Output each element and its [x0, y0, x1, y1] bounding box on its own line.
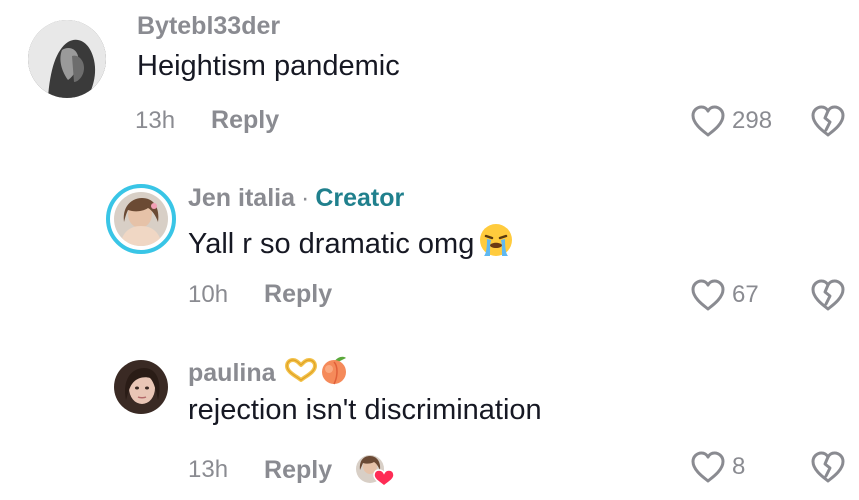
- comment-meta: 13h Reply: [188, 452, 395, 488]
- peach-icon: [318, 354, 350, 393]
- comment-meta: 13h Reply: [135, 106, 279, 135]
- reply-button[interactable]: Reply: [211, 106, 279, 135]
- dislike-button[interactable]: [810, 278, 846, 317]
- comment-username[interactable]: Bytebl33der: [137, 12, 280, 41]
- comment-body: Heightism pandemic: [137, 50, 400, 82]
- comment-text: Yall r so dramatic omg: [188, 222, 514, 266]
- like-count: 298: [732, 107, 773, 134]
- like-count: 67: [732, 281, 759, 308]
- avatar[interactable]: [114, 192, 168, 246]
- comment-username[interactable]: Jen italia · Creator: [188, 184, 404, 213]
- username-text[interactable]: Bytebl33der: [137, 12, 280, 41]
- broken-heart-icon: [811, 279, 845, 311]
- reply-button[interactable]: Reply: [264, 280, 332, 309]
- avatar-photo: [114, 192, 168, 246]
- comment-time: 10h: [188, 280, 229, 308]
- like-button[interactable]: 8: [690, 450, 745, 484]
- broken-heart-icon: [811, 105, 845, 137]
- broken-heart-icon: [811, 451, 845, 483]
- comment-time: 13h: [188, 456, 229, 483]
- comment-username[interactable]: paulina: [188, 354, 350, 393]
- heart-outline-icon: [691, 105, 725, 137]
- like-count: 8: [732, 453, 746, 480]
- comment-body: Yall r so dramatic omg: [188, 227, 475, 260]
- avatar-photo: [114, 360, 168, 414]
- comment-text: rejection isn't discrimination: [188, 394, 542, 427]
- creator-badge: Creator: [315, 184, 405, 212]
- comment-text: Heightism pandemic: [137, 50, 400, 83]
- loudly-crying-face-icon: [478, 222, 514, 266]
- comment-item: Jen italia · Creator Yall r so dramatic …: [0, 170, 859, 330]
- like-button[interactable]: 298: [690, 104, 772, 138]
- username-separator: ·: [301, 184, 310, 212]
- username-text[interactable]: paulina: [188, 359, 276, 388]
- heart-hands-icon: [284, 356, 318, 391]
- heart-outline-icon: [691, 279, 725, 311]
- username-text[interactable]: Jen italia: [188, 184, 295, 213]
- dislike-button[interactable]: [810, 450, 846, 489]
- avatar[interactable]: [114, 360, 168, 414]
- comment-body: rejection isn't discrimination: [188, 394, 542, 426]
- reply-button[interactable]: Reply: [264, 456, 332, 485]
- comment-item: Bytebl33der Heightism pandemic 13h Reply…: [0, 0, 859, 150]
- comment-item: paulina rejection isn't discrimination 1…: [0, 340, 859, 500]
- like-button[interactable]: 67: [690, 278, 759, 312]
- comment-meta: 10h Reply: [188, 280, 332, 309]
- creator-liked-heart-icon: [354, 452, 395, 488]
- avatar[interactable]: [28, 20, 106, 98]
- heart-outline-icon: [691, 451, 725, 483]
- avatar-photo: [28, 20, 106, 98]
- comment-time: 13h: [135, 106, 176, 134]
- dislike-button[interactable]: [810, 104, 846, 143]
